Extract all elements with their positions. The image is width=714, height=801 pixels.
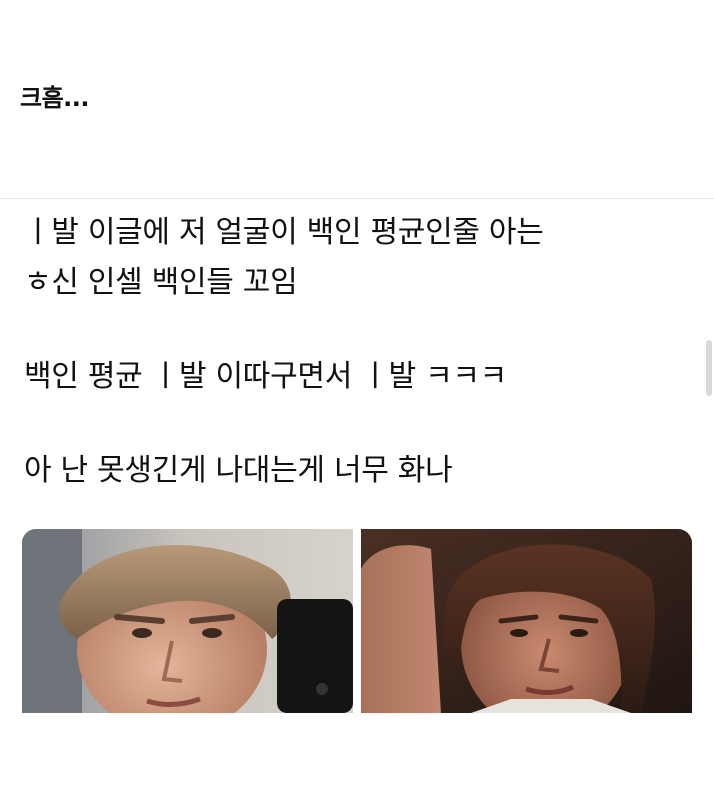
scrollbar[interactable] [706, 340, 712, 396]
photo-left[interactable] [22, 529, 353, 713]
photo-right[interactable] [361, 529, 692, 713]
post-text-line: 아 난 못생긴게 나대는게 너무 화나 [24, 453, 453, 488]
post-text-line: ㅣ발 이글에 저 얼굴이 백인 평균인줄 아는 [24, 215, 544, 250]
post-caption: 크흠... [20, 84, 90, 112]
selfie-photo-icon [22, 529, 353, 713]
post-text-line: ㅎ신 인셀 백인들 꼬임 [24, 265, 298, 300]
post-text-line: 백인 평균 ㅣ발 이따구면서 ㅣ발 ㅋㅋㅋ [24, 359, 507, 394]
selfie-photo-icon [361, 529, 692, 713]
page: 크흠... ㅣ발 이글에 저 얼굴이 백인 평균인줄 아는 ㅎ신 인셀 백인들 … [0, 0, 714, 801]
